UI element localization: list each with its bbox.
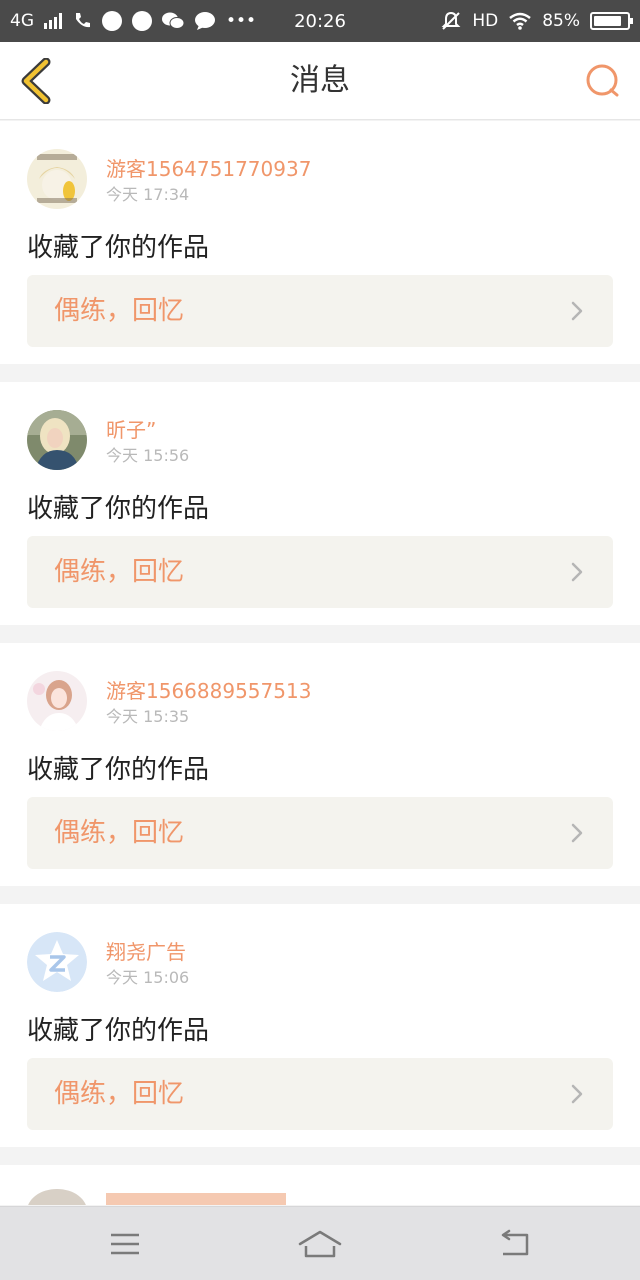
battery-percent: 85% [542,11,580,31]
home-icon [298,1230,342,1258]
nav-bar: 消息 [0,42,640,120]
battery-fill [594,16,622,26]
status-right: HD 85% [440,10,633,32]
page-title: 消息 [290,63,350,98]
avatar[interactable] [27,149,87,209]
avatar[interactable] [27,671,87,731]
chevron-right-icon [571,562,583,582]
avatar-image [27,671,87,731]
more-notifications-icon: ••• [226,11,257,31]
paint-icon [132,11,152,31]
message-card: 昕子” 今天 15:56 收藏了你的作品 偶练，回忆 [0,382,640,625]
work-title: 偶练，回忆 [54,1079,185,1109]
avatar[interactable] [27,410,87,470]
status-bar: 4G ••• 20:26 HD 85% [0,0,640,42]
message-card: 翔尧广告 今天 15:06 收藏了你的作品 偶练，回忆 [0,904,640,1147]
work-link[interactable]: 偶练，回忆 [27,275,613,347]
browser-icon [102,11,122,31]
timestamp: 今天 17:34 [106,185,190,204]
mute-bell-icon [441,11,461,30]
signal-icon [44,13,62,29]
status-left: 4G ••• [10,11,256,31]
work-title: 偶练，回忆 [54,296,185,326]
system-nav-bar [0,1206,640,1280]
chevron-right-icon [571,1084,583,1104]
hd-label: HD [472,11,499,31]
avatar-image [27,149,87,209]
message-card: 游客1566889557513 今天 15:35 收藏了你的作品 偶练，回忆 [0,643,640,886]
search-button[interactable] [578,56,628,106]
avatar[interactable] [27,932,87,992]
avatar-image [27,410,87,470]
battery-icon [590,12,633,30]
username[interactable]: 游客1566889557513 [106,675,311,704]
chevron-right-icon [571,823,583,843]
wechat-icon [162,12,184,29]
work-link[interactable]: 偶练，回忆 [27,797,613,869]
action-text: 收藏了你的作品 [27,233,210,263]
phone-icon [76,13,90,28]
chevron-right-icon [571,301,583,321]
work-title: 偶练，回忆 [54,818,185,848]
action-text: 收藏了你的作品 [27,1016,210,1046]
timestamp: 今天 15:06 [106,968,190,987]
message-icon [195,12,215,30]
menu-button[interactable] [100,1221,150,1267]
username[interactable]: 昕子” [106,414,156,443]
wifi-icon [509,12,531,30]
action-text: 收藏了你的作品 [27,755,210,785]
message-card-partial [0,1165,640,1206]
partial-card-content [27,1189,286,1206]
menu-icon [111,1233,139,1255]
network-type: 4G [10,11,34,31]
username[interactable]: 翔尧广告 [106,936,186,965]
avatar-image [27,932,87,992]
message-list[interactable]: 游客1564751770937 今天 17:34 收藏了你的作品 偶练，回忆 昕… [0,121,640,1206]
return-button[interactable] [490,1221,540,1267]
message-card: 游客1564751770937 今天 17:34 收藏了你的作品 偶练，回忆 [0,121,640,364]
timestamp: 今天 15:35 [106,707,190,726]
action-text: 收藏了你的作品 [27,494,210,524]
work-title: 偶练，回忆 [54,557,185,587]
back-icon [501,1229,529,1256]
work-link[interactable]: 偶练，回忆 [27,1058,613,1130]
timestamp: 今天 15:56 [106,446,190,465]
work-link[interactable]: 偶练，回忆 [27,536,613,608]
home-button[interactable] [295,1221,345,1267]
username[interactable]: 游客1564751770937 [106,153,311,182]
search-icon [586,64,619,97]
